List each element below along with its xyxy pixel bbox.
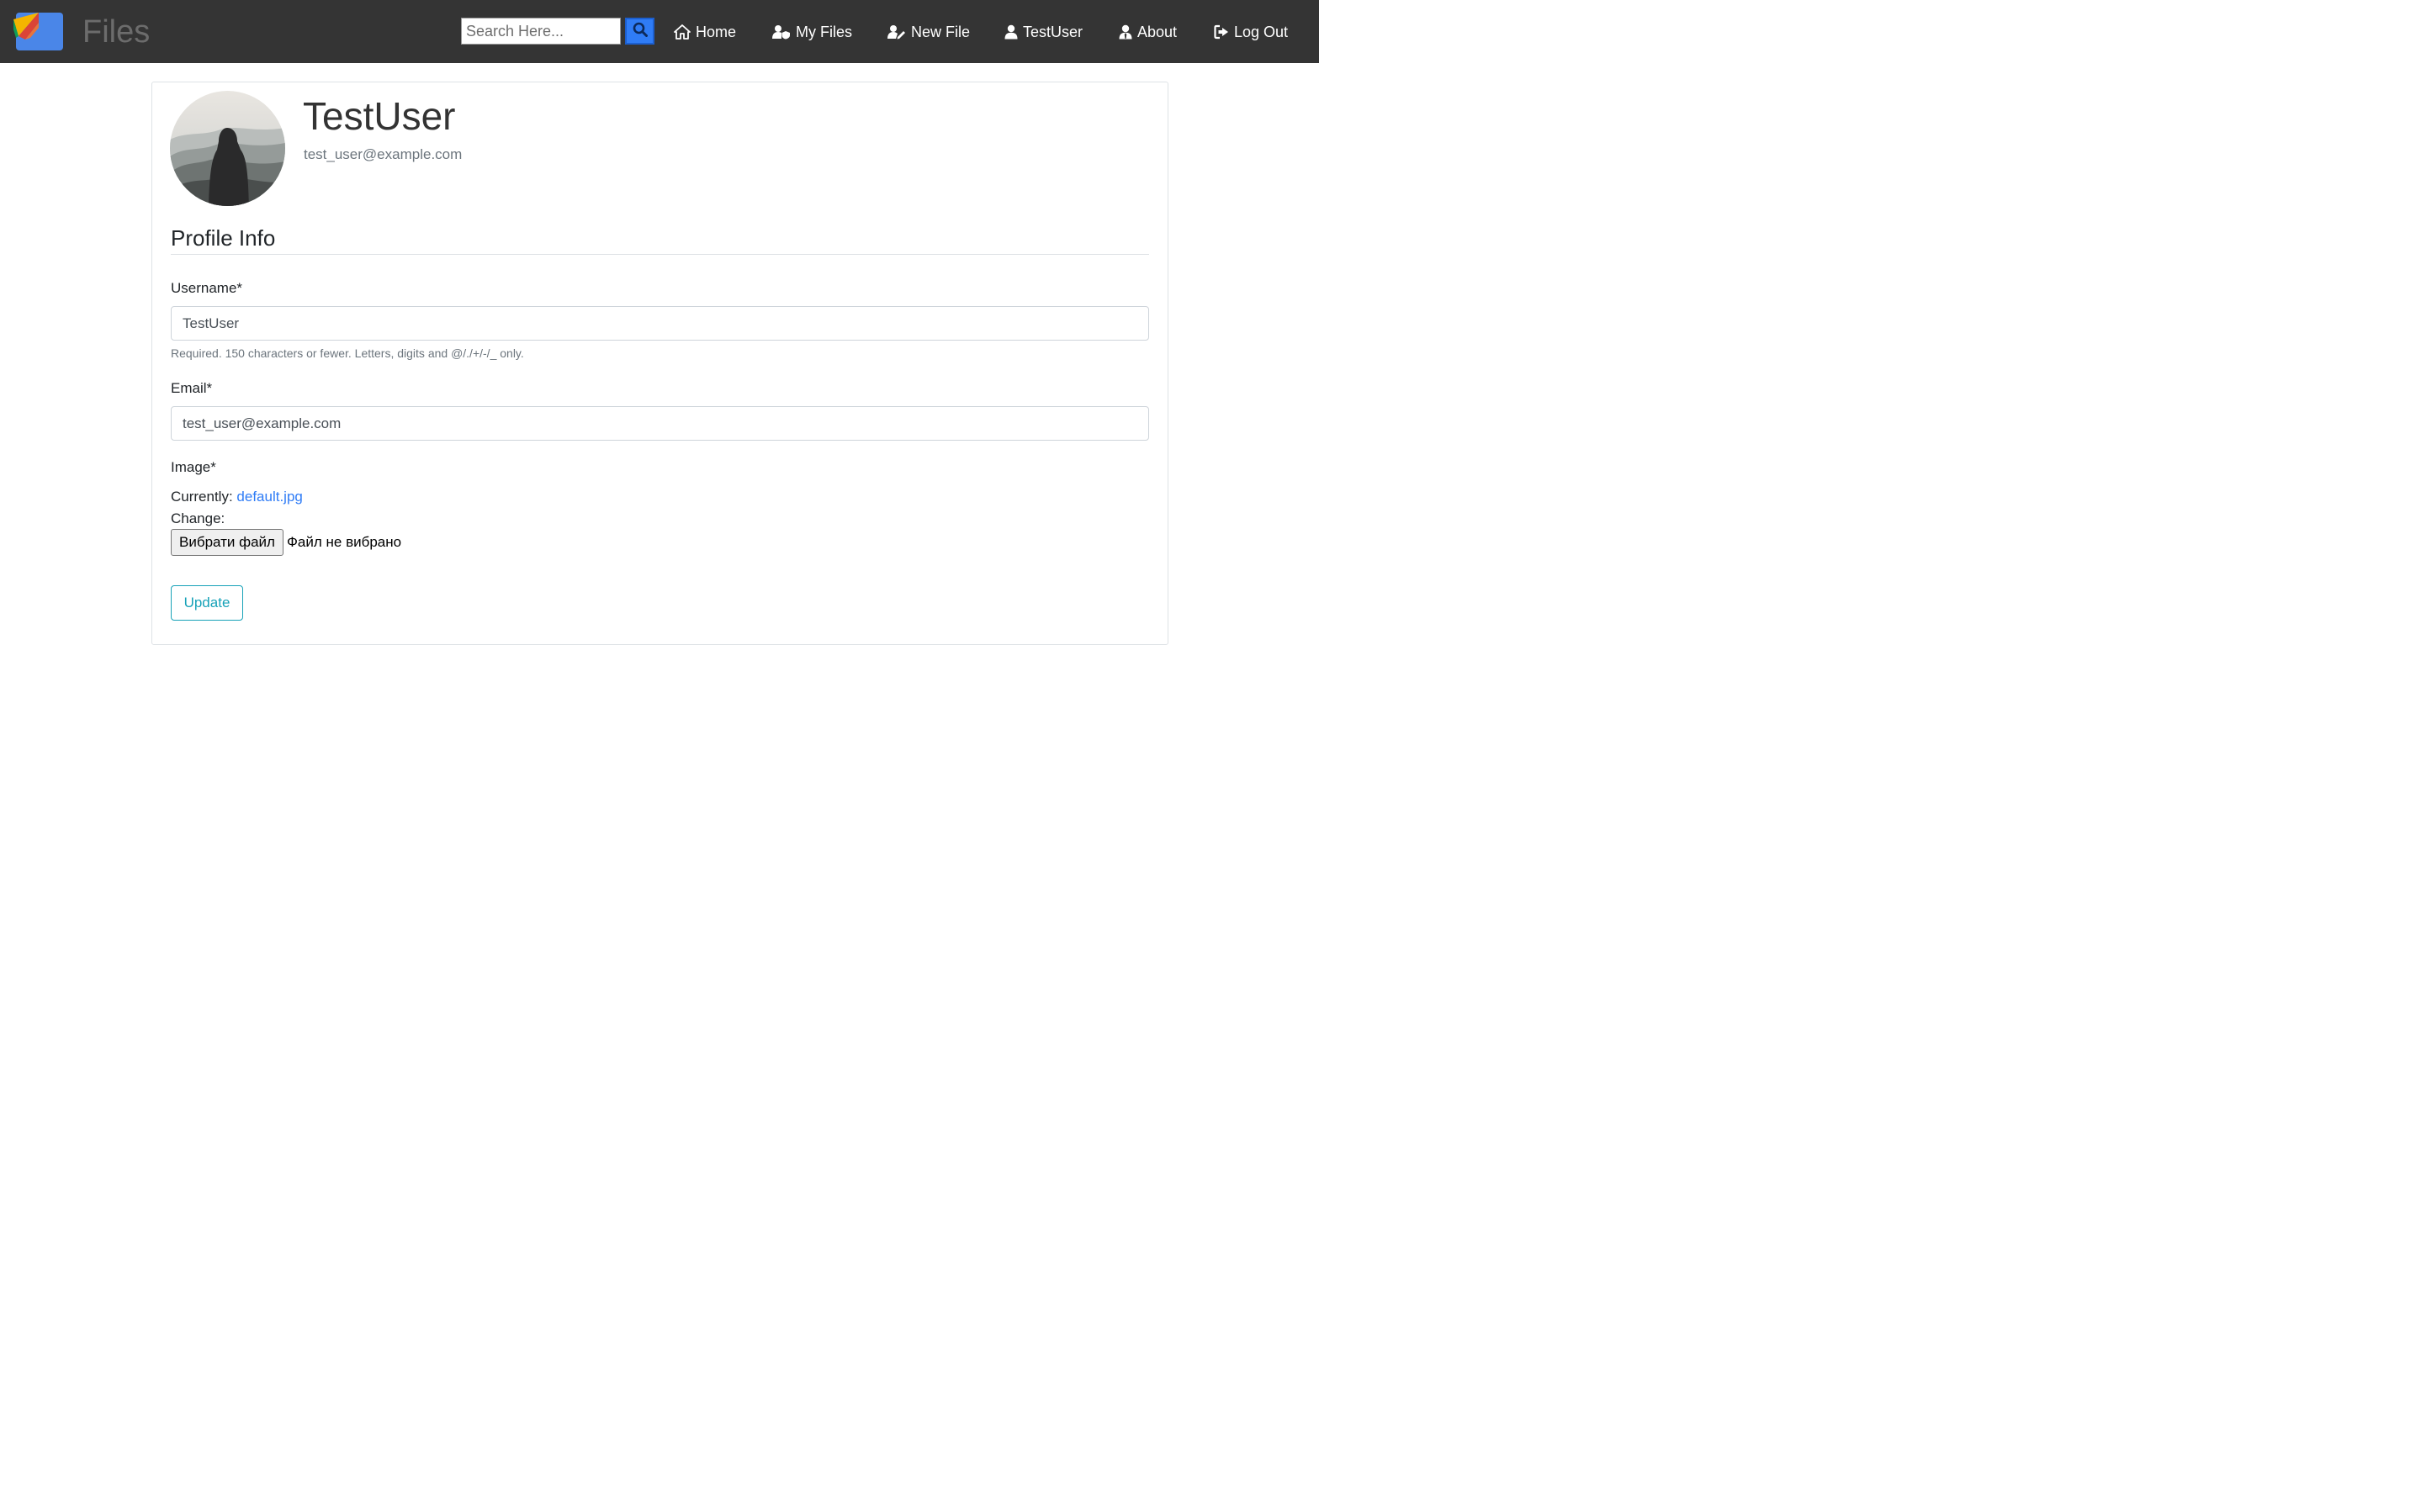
current-image-link[interactable]: default.jpg bbox=[236, 489, 302, 505]
email-field[interactable] bbox=[171, 406, 1149, 441]
nav-logout-label: Log Out bbox=[1234, 23, 1289, 40]
profile-username-heading: TestUser bbox=[303, 94, 456, 138]
nav-home-link[interactable]: Home bbox=[674, 20, 736, 44]
home-icon bbox=[674, 24, 691, 40]
navbar: Files Home My Files bbox=[0, 0, 1319, 63]
nav-new-file-link[interactable]: New File bbox=[887, 20, 970, 44]
user-tie-icon bbox=[1119, 24, 1132, 40]
nav-my-files-label: My Files bbox=[796, 23, 852, 40]
nav-my-files-link[interactable]: My Files bbox=[772, 20, 852, 44]
user-edit-icon bbox=[887, 24, 906, 40]
no-file-chosen-text: Файл не вибрано bbox=[287, 534, 402, 550]
files-logo-icon[interactable] bbox=[13, 11, 64, 51]
nav-new-file-label: New File bbox=[911, 23, 971, 40]
username-field[interactable] bbox=[171, 306, 1149, 341]
current-image-line: Currently: default.jpg bbox=[171, 488, 303, 506]
nav-user-label: TestUser bbox=[1023, 23, 1083, 40]
user-icon bbox=[1004, 24, 1018, 40]
search-input[interactable] bbox=[461, 18, 621, 45]
section-title: Profile Info bbox=[171, 225, 276, 251]
nav-about-link[interactable]: About bbox=[1119, 20, 1177, 44]
currently-label: Currently: bbox=[171, 489, 233, 505]
username-help-text: Required. 150 characters or fewer. Lette… bbox=[171, 346, 524, 360]
choose-file-button[interactable]: Вибрати файл bbox=[171, 529, 283, 556]
profile-email-text: test_user@example.com bbox=[304, 146, 463, 162]
brand-title[interactable]: Files bbox=[82, 13, 150, 51]
avatar bbox=[170, 91, 285, 206]
change-label: Change: bbox=[171, 510, 225, 526]
nav-logout-link[interactable]: Log Out bbox=[1214, 20, 1288, 44]
nav-home-label: Home bbox=[696, 23, 737, 40]
profile-card bbox=[151, 82, 1168, 645]
username-label: Username* bbox=[171, 280, 243, 296]
search-button[interactable] bbox=[625, 18, 654, 45]
update-button[interactable]: Update bbox=[171, 585, 243, 621]
user-shield-icon bbox=[772, 24, 791, 40]
section-divider bbox=[171, 254, 1149, 255]
image-label: Image* bbox=[171, 459, 216, 475]
sign-out-icon bbox=[1214, 24, 1229, 40]
email-label: Email* bbox=[171, 380, 213, 396]
search-icon bbox=[633, 22, 648, 41]
nav-about-label: About bbox=[1137, 23, 1178, 40]
nav-user-link[interactable]: TestUser bbox=[1004, 20, 1083, 44]
